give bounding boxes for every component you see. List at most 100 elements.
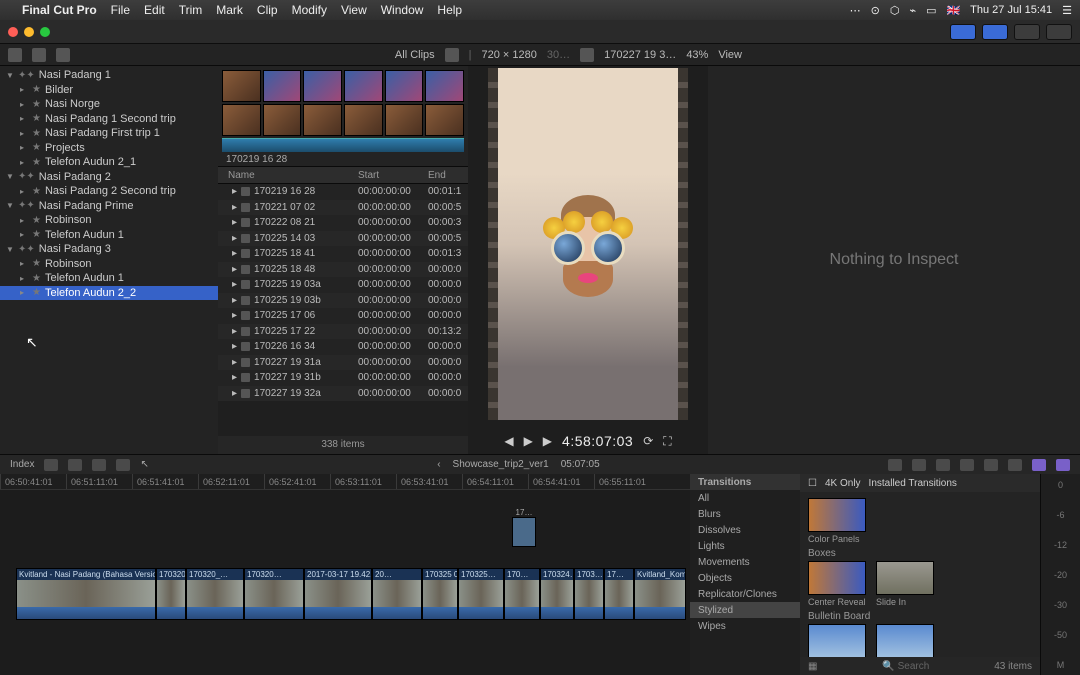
- list-item[interactable]: ▸170225 17 2200:00:00:0000:13:2: [218, 324, 468, 340]
- col-start[interactable]: Start: [358, 170, 428, 181]
- bluetooth-icon[interactable]: ⌁: [909, 4, 916, 17]
- video-clip[interactable]: 170320 1…: [156, 568, 186, 620]
- menu-trim[interactable]: Trim: [179, 3, 203, 17]
- skim-icon[interactable]: [960, 459, 974, 471]
- zoom-level[interactable]: 43%: [686, 49, 708, 61]
- titles-icon[interactable]: [56, 48, 70, 62]
- tl-tool-2[interactable]: [68, 459, 82, 471]
- dropbox-icon[interactable]: ⬡: [890, 4, 900, 17]
- filmstrip[interactable]: 170219 16 28: [218, 66, 468, 166]
- toolbar-btn-2[interactable]: [982, 24, 1008, 40]
- list-item[interactable]: ▸170226 16 3400:00:00:0000:00:0: [218, 339, 468, 355]
- sidebar-item[interactable]: ▸★Nasi Padang 2 Second trip: [0, 184, 218, 199]
- back-button[interactable]: ‹: [437, 459, 440, 470]
- sidebar-item[interactable]: ▸★Nasi Padang 1 Second trip: [0, 112, 218, 127]
- video-clip[interactable]: 2017-03-17 19.42.14…: [304, 568, 372, 620]
- video-clip[interactable]: 170324…: [540, 568, 574, 620]
- viewer-canvas[interactable]: [468, 66, 708, 428]
- video-clip[interactable]: 170…: [504, 568, 540, 620]
- video-clip[interactable]: 17…: [604, 568, 634, 620]
- view-icon[interactable]: [445, 48, 459, 62]
- installed-tab[interactable]: Installed Transitions: [869, 478, 957, 489]
- col-name[interactable]: Name: [218, 170, 358, 181]
- sidebar-item[interactable]: ▼✦✦Nasi Padang 3: [0, 242, 218, 257]
- index-button[interactable]: Index: [10, 459, 34, 470]
- audio-icon[interactable]: [984, 459, 998, 471]
- tl-tool-3[interactable]: [92, 459, 106, 471]
- video-clip[interactable]: 20…: [372, 568, 422, 620]
- flag-icon[interactable]: 🇬🇧: [946, 4, 960, 17]
- transitions-category[interactable]: Dissolves: [690, 522, 800, 538]
- video-clip[interactable]: 1703…: [574, 568, 604, 620]
- effects-browser-icon[interactable]: [1032, 459, 1046, 471]
- view-menu[interactable]: View: [718, 49, 742, 61]
- menu-help[interactable]: Help: [437, 3, 462, 17]
- sidebar-item[interactable]: ▸★Robinson: [0, 257, 218, 272]
- solo-icon[interactable]: [1008, 459, 1022, 471]
- transitions-grid[interactable]: Color Panels Boxes Center Reveal Slide I…: [800, 492, 1040, 657]
- sidebar-item[interactable]: ▸★Telefon Audun 1: [0, 271, 218, 286]
- app-name[interactable]: Final Cut Pro: [22, 3, 97, 17]
- sidebar-item[interactable]: ▸★Telefon Audun 2_2: [0, 286, 218, 301]
- grid-view-icon[interactable]: ▦: [808, 661, 817, 672]
- sidebar-item[interactable]: ▸★Nasi Padang First trip 1: [0, 126, 218, 141]
- fullscreen-icon[interactable]: ⛶: [663, 434, 671, 449]
- list-item[interactable]: ▸170225 17 0600:00:00:0000:00:0: [218, 308, 468, 324]
- sidebar-item[interactable]: ▼✦✦Nasi Padang 2: [0, 170, 218, 185]
- toolbar-btn-1[interactable]: [950, 24, 976, 40]
- sidebar-item[interactable]: ▼✦✦Nasi Padang 1: [0, 68, 218, 83]
- timeline-ruler[interactable]: 06:50:41:0106:51:11:0106:51:41:0106:52:1…: [0, 474, 690, 490]
- video-clip[interactable]: Kvitland_Kom…: [634, 568, 686, 620]
- tl-opt-1[interactable]: [888, 459, 902, 471]
- video-clip[interactable]: 170325 0…: [422, 568, 458, 620]
- video-clip[interactable]: 170320_…: [186, 568, 244, 620]
- battery-icon[interactable]: ▭: [926, 4, 936, 17]
- list-item[interactable]: ▸170225 18 4100:00:00:0000:01:3: [218, 246, 468, 262]
- play-button[interactable]: ▶: [524, 434, 533, 448]
- next-button[interactable]: ▶: [543, 434, 552, 448]
- spotlight-icon[interactable]: ☰: [1062, 4, 1072, 17]
- list-item[interactable]: ▸170219 16 2800:00:00:0000:01:1: [218, 184, 468, 200]
- video-clip[interactable]: 170320…: [244, 568, 304, 620]
- sidebar-item[interactable]: ▸★Telefon Audun 2_1: [0, 155, 218, 170]
- loop-icon[interactable]: ⟳: [643, 434, 653, 448]
- clock[interactable]: Thu 27 Jul 15:41: [970, 4, 1052, 16]
- sidebar-item[interactable]: ▸★Nasi Norge: [0, 97, 218, 112]
- wifi-icon[interactable]: ⊙: [871, 4, 880, 17]
- video-clip[interactable]: 170325…: [458, 568, 504, 620]
- sidebar-item[interactable]: ▸★Projects: [0, 141, 218, 156]
- sidebar-item[interactable]: ▼✦✦Nasi Padang Prime: [0, 199, 218, 214]
- menu-file[interactable]: File: [111, 3, 130, 17]
- list-item[interactable]: ▸170227 19 32a00:00:00:0000:00:0: [218, 386, 468, 402]
- library-icon[interactable]: [8, 48, 22, 62]
- list-item[interactable]: ▸170227 19 31a00:00:00:0000:00:0: [218, 355, 468, 371]
- maximize-button[interactable]: [40, 27, 50, 37]
- sidebar-item[interactable]: ▸★Bilder: [0, 83, 218, 98]
- primary-storyline[interactable]: Kvitland - Nasi Padang (Bahasa Version) …: [16, 568, 690, 620]
- transitions-category[interactable]: Stylized: [690, 602, 800, 618]
- transitions-browser-icon[interactable]: [1056, 459, 1070, 471]
- menu-mark[interactable]: Mark: [216, 3, 243, 17]
- list-item[interactable]: ▸170225 19 03a00:00:00:0000:00:0: [218, 277, 468, 293]
- prev-button[interactable]: ◀: [504, 434, 513, 448]
- list-item[interactable]: ▸170225 18 4800:00:00:0000:00:0: [218, 262, 468, 278]
- tl-tool-4[interactable]: [116, 459, 130, 471]
- toolbar-btn-3[interactable]: [1014, 24, 1040, 40]
- transitions-category[interactable]: Blurs: [690, 506, 800, 522]
- list-item[interactable]: ▸170225 19 03b00:00:00:0000:00:0: [218, 293, 468, 309]
- clip-filter[interactable]: All Clips: [395, 49, 435, 61]
- connected-clip[interactable]: 17…: [512, 508, 536, 563]
- transitions-category[interactable]: Wipes: [690, 618, 800, 634]
- minimize-button[interactable]: [24, 27, 34, 37]
- menu-edit[interactable]: Edit: [144, 3, 165, 17]
- list-item[interactable]: ▸170225 14 0300:00:00:0000:00:5: [218, 231, 468, 247]
- tl-tool-1[interactable]: [44, 459, 58, 471]
- timeline[interactable]: 06:50:41:0106:51:11:0106:51:41:0106:52:1…: [0, 474, 690, 675]
- menu-modify[interactable]: Modify: [292, 3, 327, 17]
- menu-view[interactable]: View: [341, 3, 367, 17]
- list-item[interactable]: ▸170222 08 2100:00:00:0000:00:3: [218, 215, 468, 231]
- transitions-category[interactable]: Movements: [690, 554, 800, 570]
- transitions-category[interactable]: All: [690, 490, 800, 506]
- arrow-tool-icon[interactable]: ↖: [140, 459, 148, 470]
- transitions-category[interactable]: Lights: [690, 538, 800, 554]
